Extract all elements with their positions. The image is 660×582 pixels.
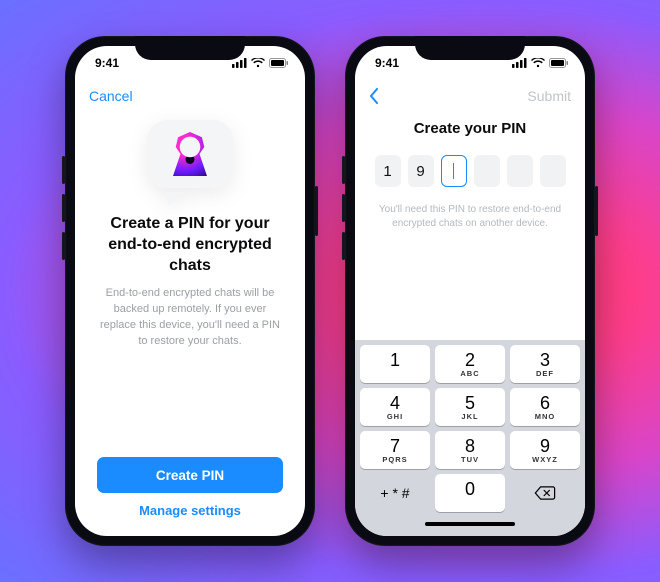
cancel-button[interactable]: Cancel xyxy=(89,88,133,104)
screen: 9:41 Cancel Create a PIN for your end-to… xyxy=(75,46,305,536)
numeric-keypad: 1 2ABC3DEF 4GHI5JKL6MNO 7PQRS8TUV9WXYZ + * … xyxy=(355,340,585,518)
pin-digit-2[interactable]: 9 xyxy=(408,155,434,187)
page-title: Create a PIN for your end-to-end encrypt… xyxy=(97,214,283,276)
cellular-icon xyxy=(232,58,247,68)
keypad-key-9[interactable]: 9WXYZ xyxy=(510,431,580,469)
pin-digit-6[interactable] xyxy=(540,155,566,187)
phone-create-pin-intro: 9:41 Cancel Create a PIN for your end-to… xyxy=(65,36,315,546)
battery-icon xyxy=(549,58,569,68)
keypad-key-5[interactable]: 5JKL xyxy=(435,388,505,426)
nav-bar: Cancel xyxy=(75,80,305,112)
page-description: End-to-end encrypted chats will be backe… xyxy=(97,286,283,350)
nav-bar: Submit xyxy=(355,80,585,112)
create-pin-button[interactable]: Create PIN xyxy=(97,457,283,493)
home-indicator[interactable] xyxy=(355,518,585,536)
keypad-key-1[interactable]: 1 xyxy=(360,345,430,383)
status-icons xyxy=(232,58,289,68)
pin-digit-4[interactable] xyxy=(474,155,500,187)
battery-icon xyxy=(269,58,289,68)
status-time: 9:41 xyxy=(375,56,399,70)
status-icons xyxy=(512,58,569,68)
pin-input-row[interactable]: 19 xyxy=(375,155,566,187)
keypad-key-3[interactable]: 3DEF xyxy=(510,345,580,383)
keypad-symbols[interactable]: + * # xyxy=(360,474,430,512)
keyhole-illustration xyxy=(147,120,233,198)
pin-digit-5[interactable] xyxy=(507,155,533,187)
phone-create-pin-entry: 9:41 Submit Create your PIN 19 You'll ne… xyxy=(345,36,595,546)
device-notch xyxy=(415,36,525,60)
keypad-key-7[interactable]: 7PQRS xyxy=(360,431,430,469)
cellular-icon xyxy=(512,58,527,68)
keypad-delete[interactable] xyxy=(510,474,580,512)
back-button[interactable] xyxy=(369,88,379,104)
pin-digit-3[interactable] xyxy=(441,155,467,187)
pin-hint: You'll need this PIN to restore end-to-e… xyxy=(371,203,569,231)
keypad-key-4[interactable]: 4GHI xyxy=(360,388,430,426)
wifi-icon xyxy=(531,58,545,68)
keypad-key-6[interactable]: 6MNO xyxy=(510,388,580,426)
keypad-key-0[interactable]: 0 xyxy=(435,474,505,512)
pin-digit-1[interactable]: 1 xyxy=(375,155,401,187)
backspace-icon xyxy=(534,486,556,500)
page-title: Create your PIN xyxy=(414,120,527,137)
status-time: 9:41 xyxy=(95,56,119,70)
keypad-key-8[interactable]: 8TUV xyxy=(435,431,505,469)
device-notch xyxy=(135,36,245,60)
screen: 9:41 Submit Create your PIN 19 You'll ne… xyxy=(355,46,585,536)
wifi-icon xyxy=(251,58,265,68)
keypad-key-2[interactable]: 2ABC xyxy=(435,345,505,383)
submit-button-disabled: Submit xyxy=(527,88,571,104)
chevron-left-icon xyxy=(369,88,379,104)
manage-settings-link[interactable]: Manage settings xyxy=(139,503,241,518)
